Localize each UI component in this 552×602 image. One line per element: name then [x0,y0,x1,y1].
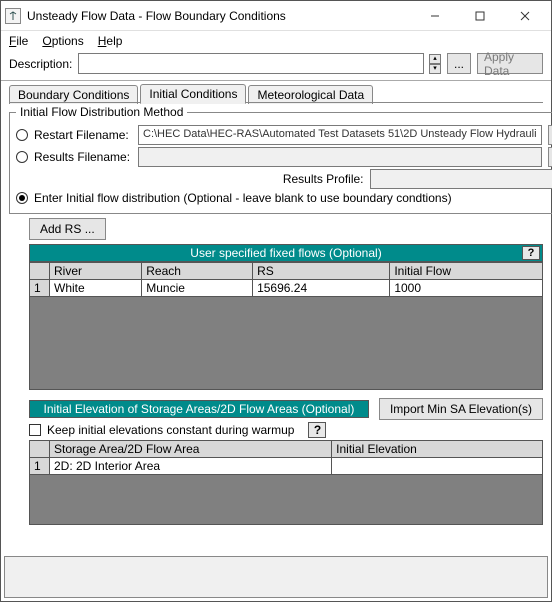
col-rs: RS [253,263,390,280]
table-row[interactable]: 1 White Muncie 15696.24 1000 [30,280,543,297]
window-title: Unsteady Flow Data - Flow Boundary Condi… [27,9,412,23]
initial-flow-distribution-group: Initial Flow Distribution Method Restart… [9,105,552,214]
description-more-button[interactable]: ... [447,53,471,74]
keep-elevations-help-button[interactable]: ? [308,422,326,438]
apply-data-button[interactable]: Apply Data [477,53,543,74]
menu-options[interactable]: Options [42,34,83,48]
description-row: Description: ▴ ▾ ... Apply Data [1,51,551,81]
elevation-table[interactable]: Storage Area/2D Flow Area Initial Elevat… [29,440,543,475]
close-button[interactable] [502,2,547,30]
description-label: Description: [9,57,72,71]
menubar: File Options Help [1,31,551,51]
col-river: River [50,263,142,280]
maximize-button[interactable] [457,2,502,30]
titlebar: Unsteady Flow Data - Flow Boundary Condi… [1,1,551,31]
table-row[interactable]: 1 2D: 2D Interior Area [30,458,543,475]
app-icon [5,8,21,24]
description-input[interactable] [78,53,424,74]
results-filename-label: Results Filename: [34,150,132,164]
col-storage-area: Storage Area/2D Flow Area [50,441,332,458]
elevation-grid-area [29,475,543,525]
col-reach: Reach [142,263,253,280]
fixed-flows-grid-area [29,297,543,390]
results-profile-label: Results Profile: [283,172,364,186]
group-legend: Initial Flow Distribution Method [16,105,187,119]
restart-filename-field[interactable]: C:\HEC Data\HEC-RAS\Automated Test Datas… [138,125,542,145]
status-bar [4,556,548,598]
restart-filename-browse-button[interactable] [548,125,552,145]
chevron-down-icon[interactable]: ▾ [429,64,441,74]
tab-body: Initial Flow Distribution Method Restart… [9,103,543,525]
radio-results-filename[interactable] [16,151,28,163]
enter-initial-flow-label: Enter Initial flow distribution (Optiona… [34,191,452,205]
results-profile-select[interactable] [370,169,552,189]
fixed-flows-help-button[interactable]: ? [522,246,540,260]
menu-file[interactable]: File [9,34,28,48]
add-rs-button[interactable]: Add RS ... [29,218,106,240]
tab-initial-conditions[interactable]: Initial Conditions [140,84,246,104]
menu-help[interactable]: Help [98,34,123,48]
minimize-button[interactable] [412,2,457,30]
radio-enter-initial-flow[interactable] [16,192,28,204]
fixed-flows-table[interactable]: River Reach RS Initial Flow 1 White Munc… [29,262,543,297]
import-min-sa-button[interactable]: Import Min SA Elevation(s) [379,398,543,420]
col-initial-flow: Initial Flow [390,263,543,280]
description-spinner[interactable]: ▴ ▾ [429,54,441,74]
restart-filename-label: Restart Filename: [34,128,132,142]
tabs: Boundary Conditions Initial Conditions M… [1,83,551,103]
results-filename-browse-button[interactable] [548,147,552,167]
radio-restart-filename[interactable] [16,129,28,141]
elevation-header: Initial Elevation of Storage Areas/2D Fl… [29,400,369,418]
keep-elevations-checkbox[interactable] [29,424,41,436]
col-initial-elevation: Initial Elevation [332,441,543,458]
chevron-up-icon[interactable]: ▴ [429,54,441,64]
results-filename-field[interactable] [138,147,542,167]
fixed-flows-header: User specified fixed flows (Optional) ? [29,244,543,262]
keep-elevations-label: Keep initial elevations constant during … [47,423,294,437]
